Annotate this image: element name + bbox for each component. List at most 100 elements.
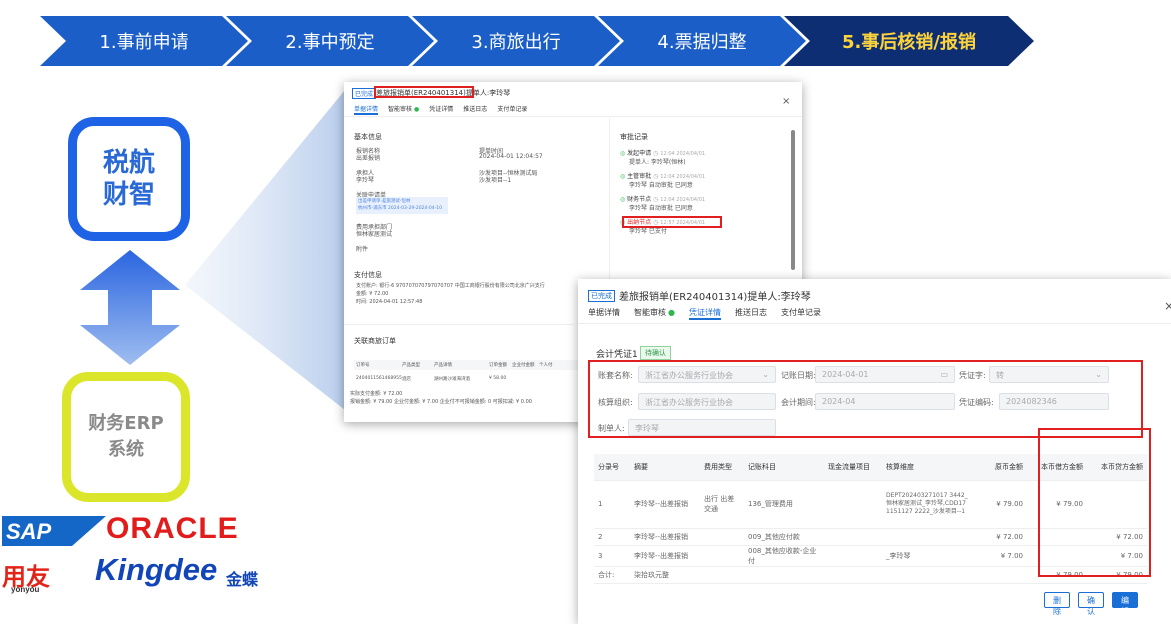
audit-desc: 李玲琴 自动审批 已同意: [629, 182, 693, 189]
step-label: 3.商旅出行: [471, 32, 561, 53]
front-close-icon[interactable]: ×: [1164, 299, 1171, 313]
back-close-icon[interactable]: ×: [782, 96, 790, 107]
edit-button[interactable]: 编 辑: [1112, 592, 1138, 616]
rel-box[interactable]: 出差申请单·差旅测试·恒林 杭州市-浦东市 2024-03-29-2024-04…: [356, 197, 448, 214]
total-cell: 柒拾玖元整: [630, 566, 700, 584]
table-cell: DEPT202403271017 3442_恒林家居测试_李玲琴,CDD1711…: [882, 480, 972, 529]
clock-icon: ◷: [653, 150, 659, 157]
audit-node: 主管审批: [627, 173, 652, 180]
order-col: 订单金额: [489, 363, 507, 368]
order-cell: 酒店: [402, 377, 411, 382]
audit-item: ◎ 主管审批 ◷ 12:04 2024/04/01 李玲琴 自动审批 已同意: [620, 171, 780, 189]
word-select[interactable]: 转 ⌄: [989, 366, 1109, 383]
check-circle-icon: ●: [414, 106, 420, 113]
period-field[interactable]: 2024-04: [815, 393, 955, 410]
step-1[interactable]: 1.事前申请: [40, 16, 248, 66]
code-field[interactable]: 2024082346: [999, 393, 1109, 410]
total-cell: [882, 566, 972, 584]
date-label: 记账日期:: [781, 371, 816, 380]
step-label: 4.票据归整: [657, 32, 747, 53]
delete-button[interactable]: 删 除: [1044, 592, 1070, 616]
word-value: 转: [996, 371, 1004, 380]
chevron-down-icon: ⌄: [1095, 370, 1102, 379]
account-label: 账套名称:: [598, 371, 633, 380]
back-scrollbar[interactable]: [791, 130, 795, 270]
front-status-badge: 已完成: [588, 290, 615, 302]
date-picker[interactable]: 2024-04-01 ▭: [815, 366, 955, 383]
tab-0[interactable]: 单据详情: [354, 104, 379, 115]
total-cell: [972, 566, 1027, 584]
sap-logo-text: SAP: [6, 519, 52, 544]
tab-1[interactable]: 智能审核: [634, 307, 666, 318]
column-header: 分录号: [594, 454, 630, 481]
step-label: 2.事中预定: [285, 32, 375, 53]
order-cell: 湖州路沙滩海湾酒: [434, 377, 470, 382]
order-cell: 2404011561468955: [356, 376, 402, 381]
order-cell: ¥ 58.00: [489, 376, 507, 381]
order-col: 个人付: [539, 363, 553, 368]
shuihang-line-1: 税航: [102, 148, 155, 178]
column-header: 摘要: [630, 454, 700, 481]
word-label: 凭证字:: [959, 371, 986, 380]
step-4[interactable]: 4.票据归整: [598, 16, 806, 66]
total-cell: [824, 566, 882, 584]
column-header: 现金流量项目: [824, 454, 882, 481]
f2-value: 2024-04-01 12:04:57: [479, 153, 543, 160]
table-cell: ¥ 72.00: [972, 528, 1027, 546]
pay-account: 支付账户: 银行-6 970707070797070707 中国工商银行股份有限…: [356, 283, 545, 289]
back-title-highlight: [374, 86, 474, 98]
step-3[interactable]: 3.商旅出行: [412, 16, 620, 66]
back-tabs: 单据详情 智能审核 ● 凭证详情 推送日志 支付单记录: [354, 104, 537, 115]
erp-logo-box: 财务ERP 系统: [62, 372, 190, 502]
rel-text1: 出差申请单·差旅测试·恒林: [358, 199, 411, 204]
order-col: 企业付金额: [512, 363, 535, 368]
confirm-button[interactable]: 确 认: [1078, 592, 1104, 616]
tab-4[interactable]: 支付单记录: [497, 104, 527, 113]
table-cell: ¥ 79.00: [972, 480, 1027, 529]
tab-2[interactable]: 凭证详情: [429, 104, 453, 113]
tab-0[interactable]: 单据详情: [588, 307, 620, 318]
voucher-badge: 待确认: [640, 346, 671, 360]
tab-3[interactable]: 推送日志: [463, 104, 487, 113]
tab-3[interactable]: 推送日志: [735, 307, 767, 318]
foot2: 报销金额: ¥ 79.00 企业付金额: ¥ 7.00 企业付不可报销金额: 0…: [350, 399, 532, 405]
foot1: 实际支付金额: ¥ 72.00: [350, 391, 403, 397]
step-2[interactable]: 2.事中预定: [226, 16, 434, 66]
order-title: 关联商旅订单: [354, 337, 396, 345]
shuihang-logo-box: 税航 财智: [68, 117, 190, 241]
table-cell: 李玲琴--出差报销: [630, 528, 700, 546]
table-cell: [700, 545, 744, 567]
code-label: 凭证编码:: [959, 398, 994, 407]
tab-1[interactable]: 智能审核: [388, 104, 412, 113]
audit-desc: 提单人: 李玲琴(恒林): [629, 159, 686, 166]
check-circle-icon: ◎: [620, 196, 626, 203]
table-cell: _李玲琴: [882, 545, 972, 567]
audit-node: 发起申请: [627, 150, 652, 157]
erp-line-2: 系统: [108, 439, 144, 460]
tab-4[interactable]: 支付单记录: [781, 307, 821, 318]
attach-label: 附件: [356, 246, 369, 253]
pay-time: 时间: 2024-04-01 12:57:48: [356, 299, 423, 305]
column-header: 记账科目: [744, 454, 824, 481]
pay-title: 支付信息: [354, 271, 382, 279]
maker-field[interactable]: 李玲琴: [628, 419, 776, 436]
org-label: 核算组织:: [598, 398, 633, 407]
tab-2[interactable]: 凭证详情: [688, 307, 721, 320]
chevron-down-icon: ⌄: [762, 370, 769, 379]
audit-desc: 李玲琴 自动审批 已同意: [629, 205, 693, 212]
check-circle-icon: ◎: [620, 150, 626, 157]
table-cell: 2: [594, 528, 630, 546]
back-status-badge: 已完成: [352, 88, 377, 99]
step-5[interactable]: 5.事后核销/报销: [784, 16, 1034, 66]
table-cell: [824, 545, 882, 567]
maker-label: 制单人:: [598, 424, 625, 433]
yonyou-sub: yonyou: [11, 585, 40, 594]
column-header: 核算维度: [882, 454, 972, 481]
account-select[interactable]: 浙江省办公服务行业协会 ⌄: [638, 366, 776, 383]
org-field[interactable]: 浙江省办公服务行业协会: [638, 393, 776, 410]
table-cell: 3: [594, 545, 630, 567]
front-tabs: 单据详情 智能审核 ● 凭证详情 推送日志 支付单记录: [588, 307, 835, 320]
table-cell: 009_其他应付款: [744, 528, 824, 546]
table-cell: 李玲琴--出差报销: [630, 545, 700, 567]
table-cell: [824, 528, 882, 546]
